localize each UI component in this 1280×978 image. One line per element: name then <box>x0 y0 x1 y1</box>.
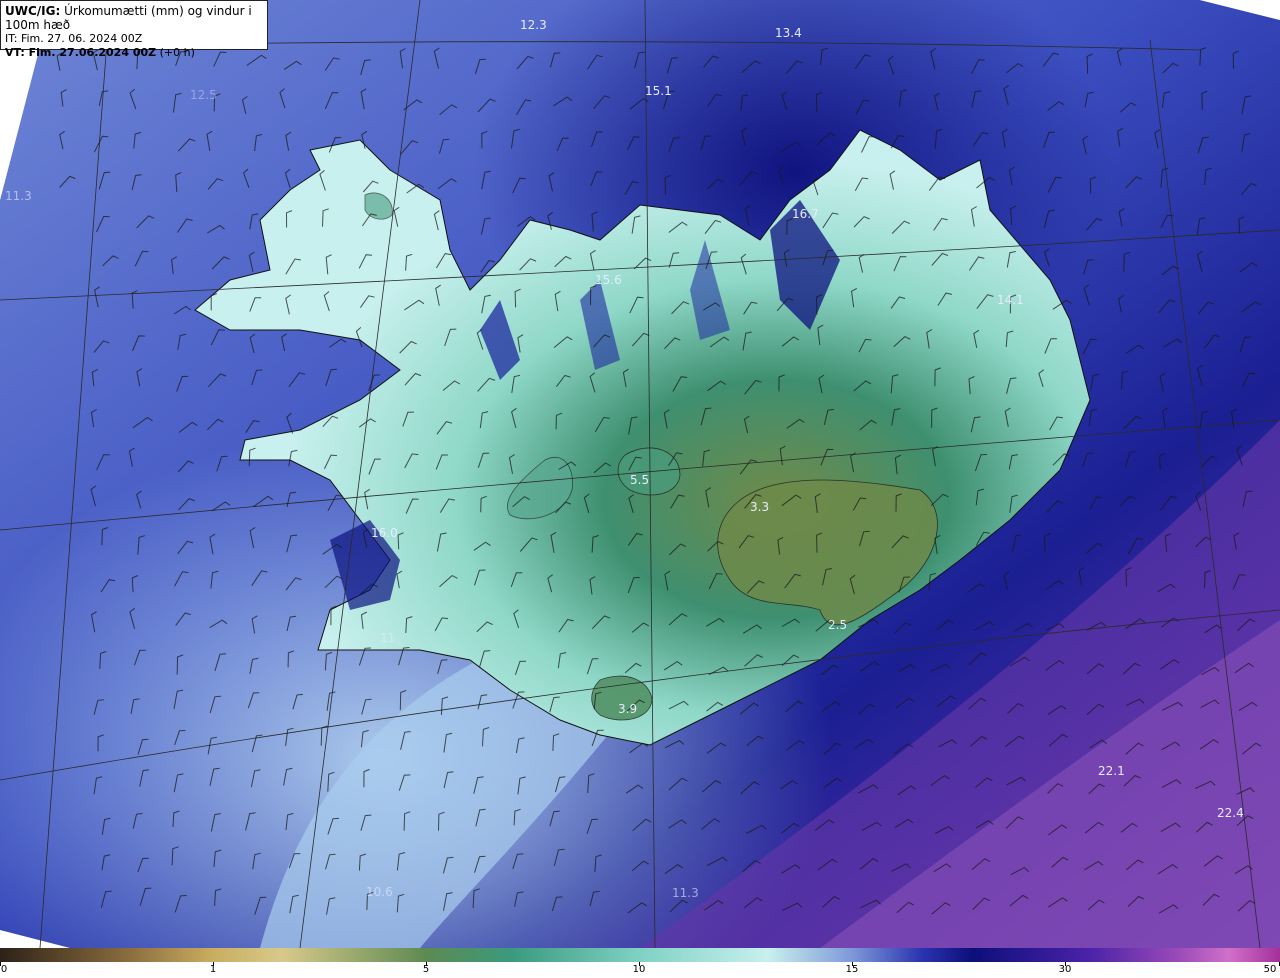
field-value: 2.5 <box>828 618 847 632</box>
field-value: 3.3 <box>750 500 769 514</box>
colorbar-label: 0 <box>0 964 8 975</box>
valid-time: VT: Fim. 27.06.2024 00Z (+0 h) <box>5 46 263 60</box>
field-value: 22.4 <box>1217 806 1244 820</box>
field-value: 15.6 <box>595 273 622 287</box>
field-value: 11.3 <box>672 886 699 900</box>
field-value: 15.1 <box>645 84 672 98</box>
colorbar-legend: 0 1 5 10 15 30 50 <box>0 948 1280 978</box>
model-code: UWC/IG: <box>5 4 61 18</box>
field-value: 12.3 <box>520 18 547 32</box>
colorbar-label: 15 <box>845 964 859 975</box>
field-value: 5.5 <box>630 473 649 487</box>
field-value: 11.3 <box>5 189 32 203</box>
colorbar-label: 30 <box>1058 964 1072 975</box>
forecast-offset: (+0 h) <box>156 46 195 59</box>
map-info-box: UWC/IG: Úrkomumætti (mm) og vindur i 100… <box>0 0 268 59</box>
field-value: 3.9 <box>618 702 637 716</box>
field-value: 22.1 <box>1098 764 1125 778</box>
colorbar-label: 10 <box>632 964 646 975</box>
colorbar-label: 1 <box>209 964 217 975</box>
field-value: 13.4 <box>775 26 802 40</box>
field-value: 12.5 <box>190 88 217 102</box>
field-value: 16.7 <box>792 207 819 221</box>
colorbar-label: 5 <box>422 964 430 975</box>
colorbar-strip <box>0 948 1280 962</box>
initial-time: IT: Fim. 27. 06. 2024 00Z <box>5 32 143 45</box>
field-value: 10.6 <box>366 885 393 899</box>
field-value: 11 <box>380 631 395 645</box>
map-title: UWC/IG: Úrkomumætti (mm) og vindur i 100… <box>5 4 263 32</box>
field-value: 16.0 <box>371 526 398 540</box>
field-value: 14.1 <box>997 293 1024 307</box>
colorbar-label: 50 <box>1263 964 1277 975</box>
precipitable-water-map: 12.3 13.4 15.1 11.3 16.7 15.6 14.1 5.5 3… <box>0 0 1280 948</box>
valid-time-value: VT: Fim. 27.06.2024 00Z <box>5 46 157 59</box>
